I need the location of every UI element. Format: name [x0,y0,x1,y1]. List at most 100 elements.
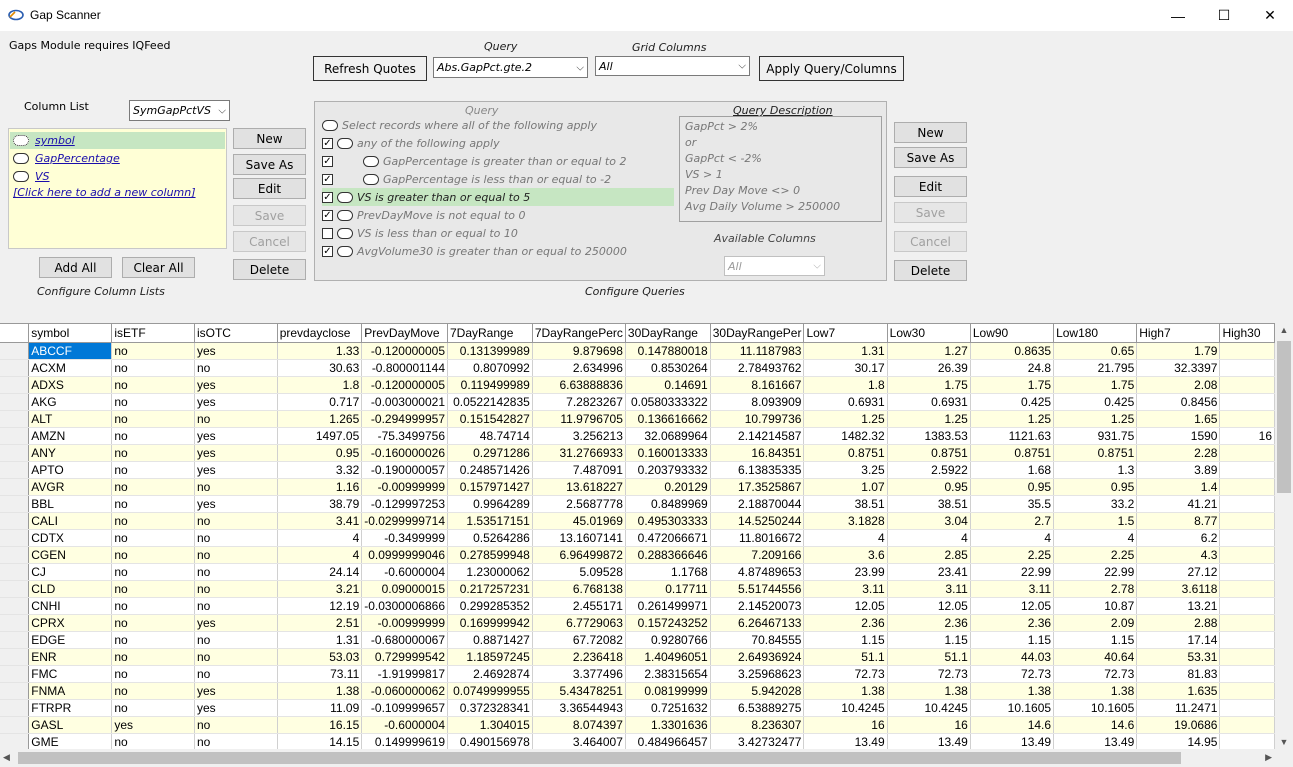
cell-isotc[interactable]: no [194,529,278,547]
column-header-7dayrangeperc[interactable]: 7DayRangePerc [532,324,626,343]
cell-symbol[interactable]: ABCCF [28,342,113,360]
cell-low90[interactable]: 0.8635 [970,342,1055,360]
cell-low30[interactable]: 10.4245 [887,699,971,717]
table-row[interactable]: FMC no no 73.11 -1.91999817 2.4692874 3.377496… [0,665,1275,683]
row-header[interactable] [0,716,30,734]
cell-isetf[interactable]: no [111,529,195,547]
cell-7dayrangeperc[interactable]: 6.768138 [532,580,626,598]
cell-isetf[interactable]: no [111,444,195,462]
query-line-selected[interactable]: ✓ VS is greater than or equal to 5 [322,188,674,206]
cell-low7[interactable]: 30.17 [803,359,888,377]
cell-prevdayclose[interactable]: 16.15 [277,716,363,734]
cell-isetf[interactable]: no [111,682,195,700]
table-row[interactable]: ALT no no 1.265 -0.294999957 0.151542827 11.97… [0,410,1275,428]
cell-low7[interactable]: 72.73 [803,665,888,683]
column-header-symbol[interactable]: symbol [28,324,113,343]
query-new-button[interactable]: New [894,122,967,143]
cell-low30[interactable]: 2.36 [887,614,971,632]
list-item[interactable]: symbol [10,132,225,149]
cell-low30[interactable]: 3.04 [887,512,971,530]
cell-isotc[interactable]: no [194,597,278,615]
cell-isetf[interactable]: no [111,461,195,479]
cell-low30[interactable]: 1383.53 [887,427,971,445]
cell-low90[interactable]: 35.5 [970,495,1055,513]
scroll-thumb[interactable] [1277,341,1291,493]
cell-prevdaymove[interactable]: -0.129997253 [361,495,448,513]
cell-7dayrangeperc[interactable]: 7.487091 [532,461,626,479]
checkbox-checked[interactable]: ✓ [322,245,333,257]
cell-low90[interactable]: 14.6 [970,716,1055,734]
cell-low90[interactable]: 2.25 [970,546,1055,564]
cell-prevdayclose[interactable]: 1497.05 [277,427,363,445]
cell-7dayrange[interactable]: 0.8070992 [447,359,533,377]
cell-7dayrangeperc[interactable]: 6.7729063 [532,614,626,632]
query-line[interactable]: ✓ AvgVolume30 is greater than or equal to… [322,242,627,260]
row-header[interactable] [0,733,30,749]
cell-low180[interactable]: 4 [1053,529,1138,547]
cell-7dayrange[interactable]: 0.2971286 [447,444,533,462]
cell-prevdayclose[interactable]: 1.38 [277,682,363,700]
column-header-low7[interactable]: Low7 [803,324,888,343]
cell-low90[interactable]: 0.95 [970,478,1055,496]
cell-30dayrangeper[interactable]: 4.87489653 [710,563,805,581]
cell-isotc[interactable]: yes [194,376,278,394]
cell-30dayrangeper[interactable]: 2.18870044 [710,495,805,513]
cell-low90[interactable]: 1.25 [970,410,1055,428]
checkbox-checked[interactable]: ✓ [322,209,333,221]
cell-prevdaymove[interactable]: -0.0299999714 [361,512,448,530]
cell-low180[interactable]: 1.25 [1053,410,1138,428]
column-list-edit-button[interactable]: Edit [233,178,306,199]
cell-7dayrange[interactable]: 0.169999942 [447,614,533,632]
cell-low90[interactable]: 1121.63 [970,427,1055,445]
cell-high7[interactable]: 1590 [1136,427,1221,445]
cell-low30[interactable]: 2.5922 [887,461,971,479]
cell-low30[interactable]: 1.75 [887,376,971,394]
table-row[interactable]: GASL yes no 16.15 -0.6000004 1.304015 8.074397… [0,716,1275,734]
cell-7dayrange[interactable]: 0.278599948 [447,546,533,564]
cell-high7[interactable]: 32.3397 [1136,359,1221,377]
cell-low180[interactable]: 1.75 [1053,376,1138,394]
cell-low180[interactable]: 10.1605 [1053,699,1138,717]
cell-7dayrangeperc[interactable]: 67.72082 [532,631,626,649]
cell-high7[interactable]: 14.95 [1136,733,1221,749]
cell-prevdaymove[interactable]: -0.00999999 [361,478,448,496]
column-header-low30[interactable]: Low30 [887,324,971,343]
cell-high30[interactable] [1219,716,1275,734]
cell-symbol[interactable]: CGEN [28,546,113,564]
cell-low180[interactable]: 1.38 [1053,682,1138,700]
cell-prevdayclose[interactable]: 1.265 [277,410,363,428]
cell-low180[interactable]: 1.5 [1053,512,1138,530]
cell-prevdaymove[interactable]: 0.149999619 [361,733,448,749]
cell-symbol[interactable]: FNMA [28,682,113,700]
cell-30dayrangeper[interactable]: 70.84555 [710,631,805,649]
cell-prevdayclose[interactable]: 38.79 [277,495,363,513]
cell-high7[interactable]: 1.79 [1136,342,1221,360]
cell-prevdaymove[interactable]: -0.060000062 [361,682,448,700]
list-item[interactable]: VS [10,168,50,185]
query-line[interactable]: ✓ GapPercentage is greater than or equal … [322,152,626,170]
cell-30dayrangeper[interactable]: 6.26467133 [710,614,805,632]
column-header-30dayrange[interactable]: 30DayRange [625,324,711,343]
cell-7dayrangeperc[interactable]: 3.377496 [532,665,626,683]
cell-30dayrange[interactable]: 0.261499971 [625,597,711,615]
row-header[interactable] [0,410,30,428]
scroll-right-icon[interactable]: ▶ [1265,752,1272,763]
cell-prevdayclose[interactable]: 30.63 [277,359,363,377]
cell-symbol[interactable]: APTO [28,461,113,479]
cell-high30[interactable] [1219,665,1275,683]
cell-isetf[interactable]: no [111,376,195,394]
cell-30dayrangeper[interactable]: 5.51744556 [710,580,805,598]
cell-low7[interactable]: 1.07 [803,478,888,496]
cell-low180[interactable]: 33.2 [1053,495,1138,513]
column-header-7dayrange[interactable]: 7DayRange [447,324,533,343]
cell-prevdaymove[interactable]: -75.3499756 [361,427,448,445]
cell-low7[interactable]: 3.1828 [803,512,888,530]
cell-prevdaymove[interactable]: -0.0300006866 [361,597,448,615]
table-row[interactable]: AKG no yes 0.717 -0.003000021 0.0522142835 7.2… [0,393,1275,411]
cell-isotc[interactable]: no [194,665,278,683]
cell-low30[interactable]: 2.85 [887,546,971,564]
cell-30dayrangeper[interactable]: 7.209166 [710,546,805,564]
cell-prevdaymove[interactable]: -0.294999957 [361,410,448,428]
cell-high7[interactable]: 19.0686 [1136,716,1221,734]
cell-7dayrange[interactable]: 1.53517151 [447,512,533,530]
